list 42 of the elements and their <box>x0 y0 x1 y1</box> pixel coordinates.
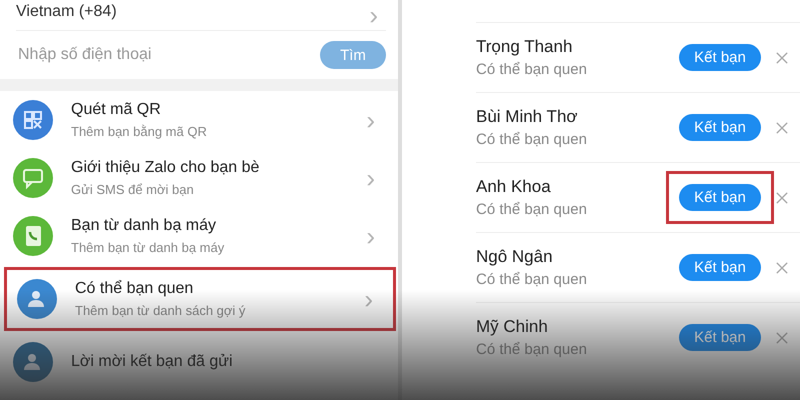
close-icon[interactable] <box>776 332 788 344</box>
item-title: Giới thiệu Zalo cho bạn bè <box>71 159 260 177</box>
contact-name: Ngô Ngân <box>476 247 554 267</box>
add-friend-button[interactable]: Kết bạn <box>679 254 761 281</box>
menu-item[interactable]: Quét mã QR Thêm bạn bằng mã QR › <box>0 91 398 149</box>
close-icon[interactable] <box>776 122 788 134</box>
close-icon[interactable] <box>776 52 788 64</box>
add-friend-button[interactable]: Kết bạn <box>679 44 761 71</box>
menu-item[interactable]: Lời mời kết bạn đã gửi <box>0 333 398 391</box>
add-friend-button[interactable]: Kết bạn <box>679 324 761 351</box>
contact-subtitle: Có thể bạn quen <box>476 341 588 358</box>
add-friend-button[interactable]: Kết bạn <box>679 114 761 141</box>
contact-subtitle: Có thể bạn quen <box>476 61 588 78</box>
contact-name: Trọng Thanh <box>476 37 574 57</box>
person-icon <box>13 342 53 382</box>
item-subtitle: Thêm bạn bằng mã QR <box>71 124 208 139</box>
chevron-icon: › <box>364 286 381 312</box>
country-row[interactable]: Vietnam (+84) › <box>16 0 386 31</box>
item-title: Lời mời kết bạn đã gửi <box>71 353 234 371</box>
add-friend-button[interactable]: Kết bạn <box>679 184 761 211</box>
item-title: Quét mã QR <box>71 101 162 119</box>
item-title: Có thể bạn quen <box>75 280 194 298</box>
chevron-icon: › <box>366 107 383 133</box>
contact-name: Anh Khoa <box>476 177 552 197</box>
menu-item[interactable]: Giới thiệu Zalo cho bạn bè Gửi SMS để mời bạn › <box>0 149 398 207</box>
chevron-icon: › <box>366 223 383 249</box>
country-label: Vietnam (+84) <box>16 3 117 21</box>
menu-item[interactable]: Bạn từ danh bạ máy Thêm bạn từ danh bạ máy › <box>0 207 398 265</box>
chevron-icon: › <box>366 165 383 191</box>
close-icon[interactable] <box>776 262 788 274</box>
menu-item[interactable]: Có thể bạn quen Thêm bạn từ danh sách gợi ý › <box>4 267 396 331</box>
contact-name: Mỹ Chinh <box>476 317 549 337</box>
item-title: Bạn từ danh bạ máy <box>71 217 218 235</box>
contact-subtitle: Có thể bạn quen <box>476 271 588 288</box>
contact-name: Bùi Minh Thơ <box>476 107 579 127</box>
close-icon[interactable] <box>776 192 788 204</box>
contact-subtitle: Có thể bạn quen <box>476 201 588 218</box>
chevron-icon: › <box>369 2 386 28</box>
contact-subtitle: Có thể bạn quen <box>476 131 588 148</box>
item-subtitle: Thêm bạn từ danh sách gợi ý <box>75 303 246 318</box>
item-subtitle: Thêm bạn từ danh bạ máy <box>71 240 226 255</box>
item-subtitle: Gửi SMS để mời bạn <box>71 182 195 197</box>
